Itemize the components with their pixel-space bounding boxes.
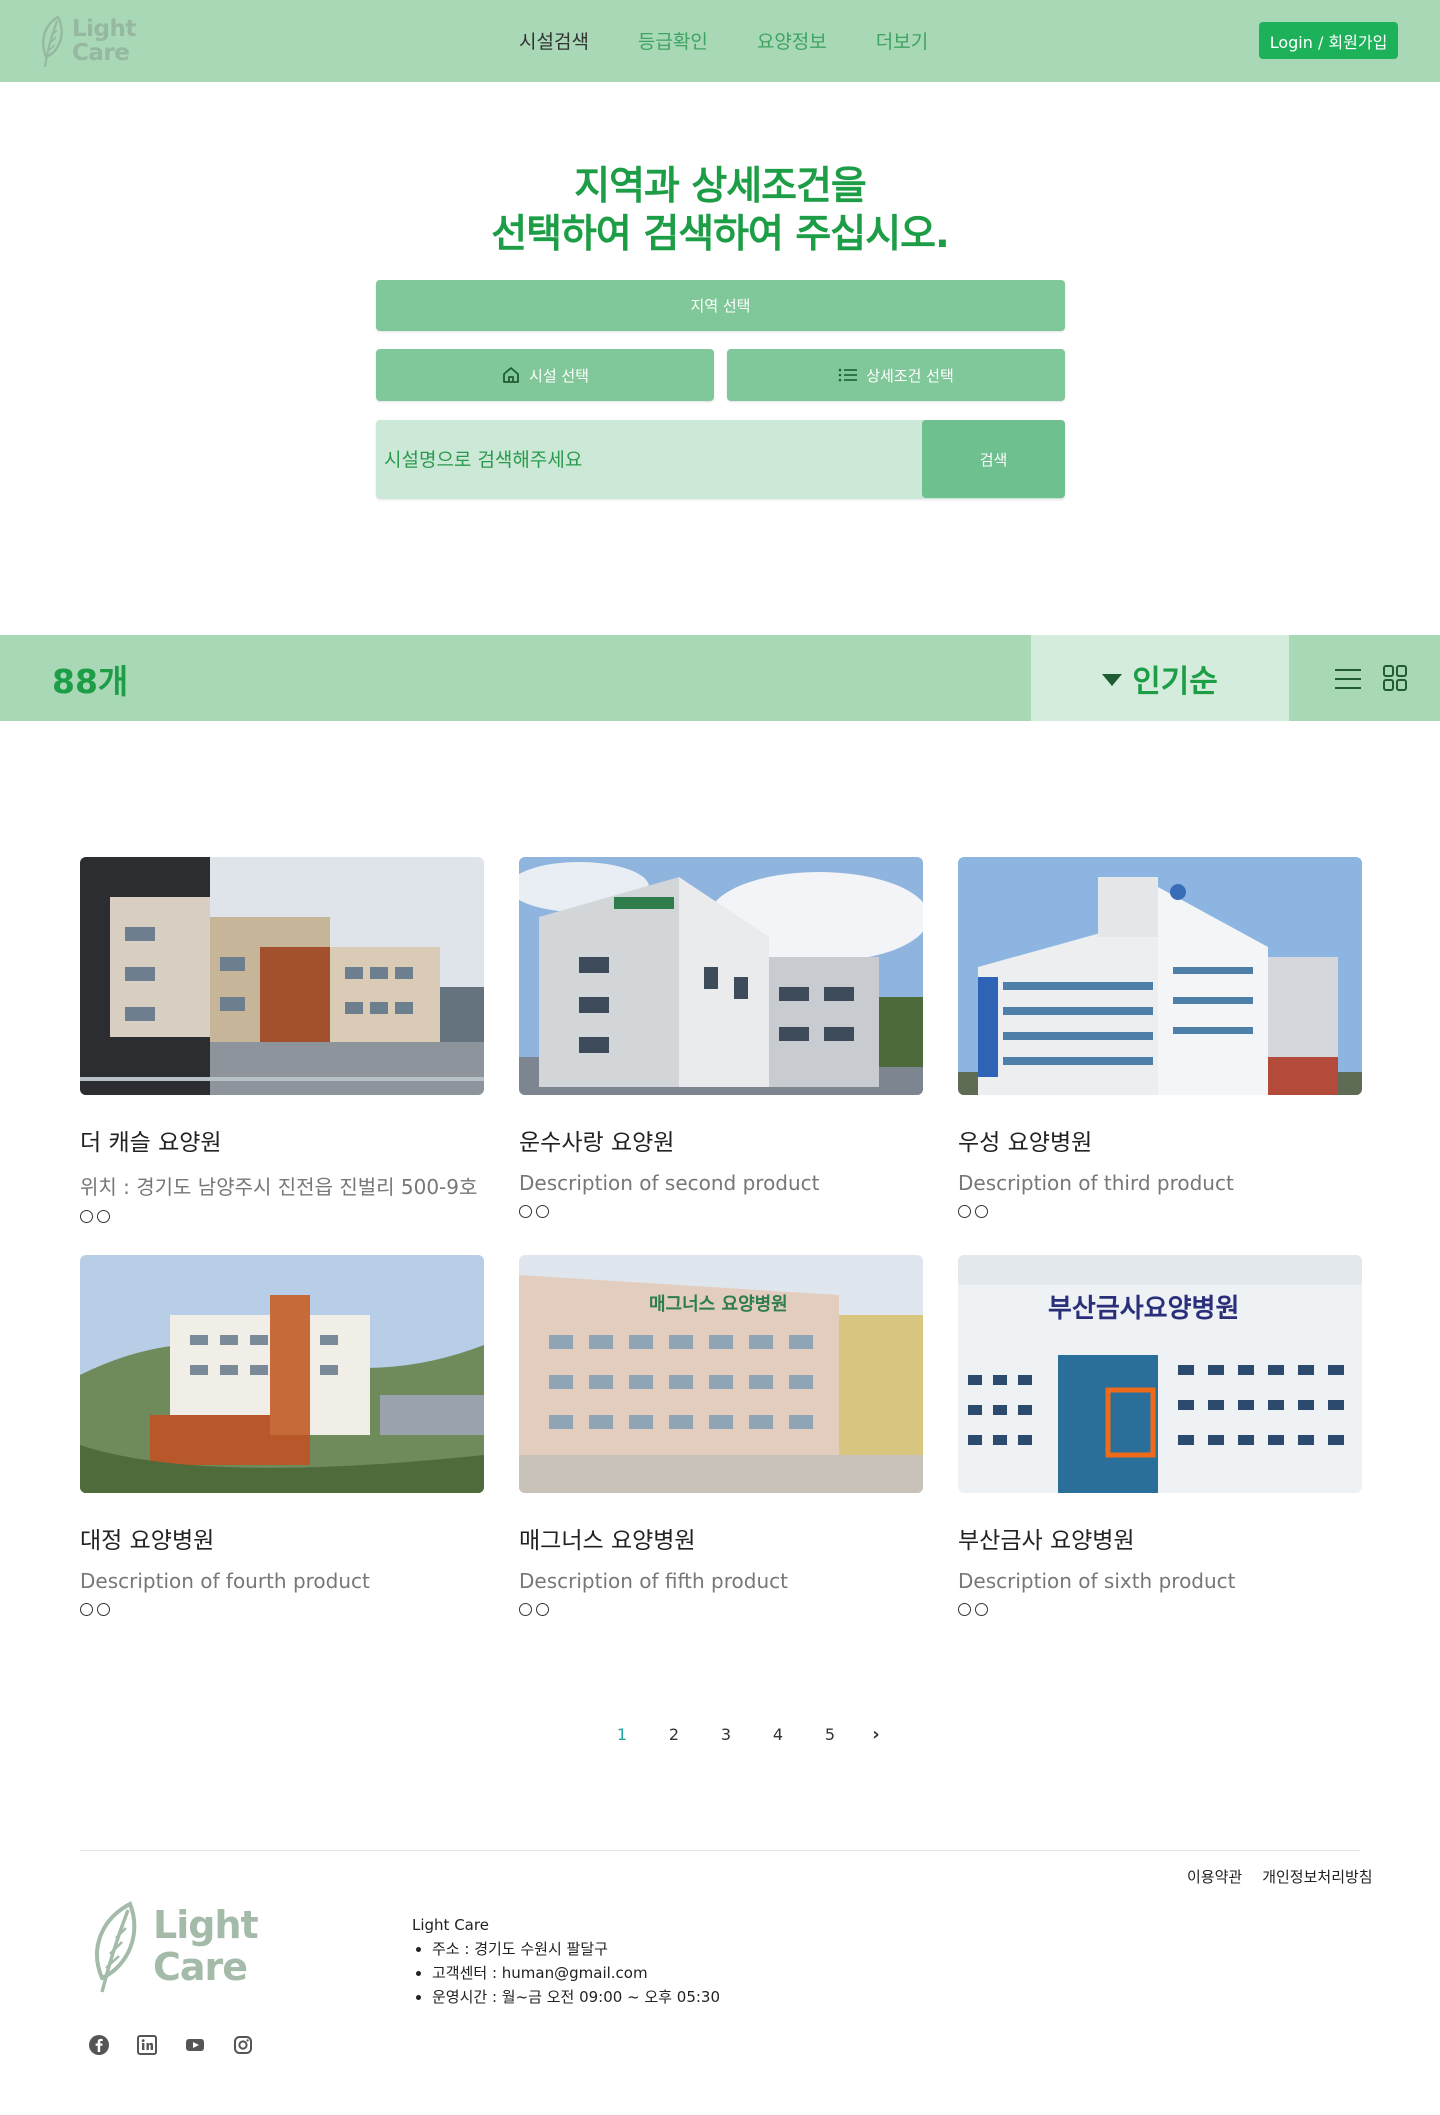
logo-text: Light Care — [72, 17, 136, 65]
facility-photo — [519, 857, 923, 1095]
rating-dots — [519, 1205, 923, 1218]
rating-dots — [80, 1603, 484, 1616]
search-button[interactable]: 검색 — [922, 420, 1065, 498]
building-sign: 매그너스 요양병원 — [649, 1294, 788, 1315]
product-title: 매그너스 요양병원 — [519, 1528, 696, 1554]
page-5[interactable]: 5 — [804, 1724, 856, 1745]
footer-logo-text: Light Care — [153, 1903, 259, 1989]
product-card[interactable]: 대정 요양병원 Description of fourth product — [80, 1255, 484, 1616]
product-card[interactable]: 우성 요양병원 Description of third product — [958, 857, 1362, 1218]
leaf-icon — [42, 15, 63, 68]
list-view-icon[interactable] — [1333, 664, 1363, 694]
nav-more[interactable]: 더보기 — [876, 27, 928, 54]
footer-links: 이용약관 개인정보처리방침 — [1187, 1866, 1373, 1887]
facility-photo: 매그너스 요양병원 — [519, 1255, 923, 1493]
product-title: 더 캐슬 요양원 — [80, 1130, 222, 1156]
condition-select-label: 상세조건 선택 — [866, 366, 954, 385]
condition-select-button[interactable]: 상세조건 선택 — [727, 349, 1065, 401]
product-card[interactable]: 더 캐슬 요양원 위치 : 경기도 남양주시 진전읍 진벌리 500-9호 — [80, 857, 484, 1223]
page-1[interactable]: 1 — [596, 1724, 648, 1745]
sort-label: 인기순 — [1132, 663, 1218, 700]
facility-photo — [958, 857, 1362, 1095]
rating-dots — [958, 1603, 1362, 1616]
result-count: 88개 — [52, 662, 129, 701]
caret-down-icon — [1102, 674, 1123, 686]
business-hours: 운영시간 : 월~금 오전 09:00 ~ 오후 05:30 — [432, 1985, 720, 2009]
footer-logo[interactable]: Light Care — [88, 1896, 288, 1996]
privacy-link[interactable]: 개인정보처리방침 — [1262, 1866, 1372, 1887]
product-description: Description of sixth product — [958, 1569, 1236, 1593]
leaf-icon — [95, 1900, 137, 1992]
hero-title-line-1: 지역과 상세조건을 — [574, 164, 867, 209]
instagram-icon[interactable] — [232, 2034, 254, 2056]
product-description: Description of fifth product — [519, 1569, 788, 1593]
facility-search-input[interactable] — [384, 420, 884, 499]
product-description: Description of fourth product — [80, 1569, 370, 1593]
product-card[interactable]: 매그너스 요양병원 매그너스 요양병원 Description of fifth… — [519, 1255, 923, 1616]
search-bar: 검색 — [376, 420, 1065, 499]
main-nav: 시설검색 등급확인 요양정보 더보기 — [519, 27, 977, 54]
grid-view-icon[interactable] — [1382, 664, 1408, 692]
page-4[interactable]: 4 — [752, 1724, 804, 1745]
nav-grade-check[interactable]: 등급확인 — [638, 27, 708, 54]
pagination: 1 2 3 4 5 › — [596, 1724, 896, 1745]
hero-title: 지역과 상세조건을 선택하여 검색하여 주십시오. — [320, 163, 1120, 259]
product-description: Description of third product — [958, 1171, 1234, 1195]
product-title: 운수사랑 요양원 — [519, 1130, 675, 1156]
address: 주소 : 경기도 수원시 팔달구 — [432, 1937, 720, 1961]
region-select-button[interactable]: 지역 선택 — [376, 280, 1065, 331]
logo-line-2: Care — [72, 40, 130, 66]
rating-dots — [958, 1205, 1362, 1218]
footer-logo-line-2: Care — [153, 1945, 248, 1989]
customer-center: 고객센터 : human@gmail.com — [432, 1961, 720, 1985]
product-card[interactable]: 부산금사요양병원 부산금사 요양병원 Description of sixth … — [958, 1255, 1362, 1616]
rating-dots — [80, 1210, 484, 1223]
product-card[interactable]: 운수사랑 요양원 Description of second product — [519, 857, 923, 1218]
nav-facility-search[interactable]: 시설검색 — [519, 27, 589, 54]
linkedin-icon[interactable] — [136, 2034, 158, 2056]
product-description: 위치 : 경기도 남양주시 진전읍 진벌리 500-9호 — [80, 1175, 478, 1199]
social-links — [88, 2034, 254, 2056]
next-page-button[interactable]: › — [856, 1724, 896, 1745]
company-info-list: 주소 : 경기도 수원시 팔달구 고객센터 : human@gmail.com … — [412, 1937, 720, 2009]
footer-logo-line-1: Light — [153, 1903, 259, 1947]
page-2[interactable]: 2 — [648, 1724, 700, 1745]
product-title: 대정 요양병원 — [80, 1528, 215, 1554]
page-3[interactable]: 3 — [700, 1724, 752, 1745]
login-signup-button[interactable]: Login / 회원가입 — [1259, 22, 1398, 59]
sort-dropdown[interactable]: 인기순 — [1031, 635, 1289, 721]
company-name: Light Care — [412, 1916, 489, 1934]
results-bar: 88개 인기순 — [0, 635, 1440, 721]
site-header: Light Care 시설검색 등급확인 요양정보 더보기 Login / 회원… — [0, 0, 1440, 82]
facility-photo — [80, 857, 484, 1095]
building-sign: 부산금사요양병원 — [1048, 1294, 1239, 1324]
facility-select-label: 시설 선택 — [529, 366, 589, 385]
facebook-icon[interactable] — [88, 2034, 110, 2056]
product-title: 부산금사 요양병원 — [958, 1528, 1135, 1554]
product-description: Description of second product — [519, 1171, 820, 1195]
home-icon — [503, 367, 519, 383]
hero-title-line-2: 선택하여 검색하여 주십시오. — [491, 212, 950, 257]
rating-dots — [519, 1603, 923, 1616]
terms-link[interactable]: 이용약관 — [1187, 1866, 1242, 1887]
facility-select-button[interactable]: 시설 선택 — [376, 349, 714, 401]
facility-photo — [80, 1255, 484, 1493]
footer-divider — [80, 1850, 1360, 1851]
logo-line-1: Light — [72, 16, 136, 42]
product-title: 우성 요양병원 — [958, 1130, 1093, 1156]
facility-photo: 부산금사요양병원 — [958, 1255, 1362, 1493]
list-icon — [838, 368, 858, 382]
nav-care-info[interactable]: 요양정보 — [757, 27, 827, 54]
footer-info: Light Care 주소 : 경기도 수원시 팔달구 고객센터 : human… — [412, 1913, 720, 2009]
logo[interactable]: Light Care — [36, 12, 136, 70]
region-select-label: 지역 선택 — [690, 297, 751, 315]
youtube-icon[interactable] — [184, 2034, 206, 2056]
